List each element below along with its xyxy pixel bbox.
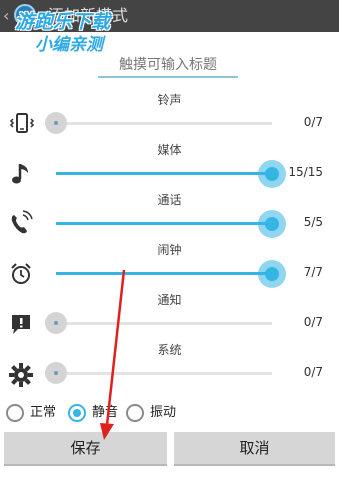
volume-slider-thumb[interactable] [45, 312, 67, 334]
volume-value: 0/7 [303, 315, 323, 329]
radio-button[interactable] [6, 404, 24, 422]
back-arrow-icon[interactable]: ‹ [3, 6, 9, 26]
volume-slider-thumb[interactable] [258, 160, 286, 188]
volume-slider[interactable] [45, 312, 272, 334]
radio-label: 振动 [150, 405, 177, 420]
app-icon[interactable] [14, 4, 36, 26]
volume-label: 通知 [157, 293, 182, 307]
vibrate-phone-icon [9, 113, 35, 133]
alarm-clock-icon [11, 263, 31, 284]
volume-row-call: 通话 5/5 [0, 192, 339, 242]
save-button[interactable]: 保存 [4, 432, 167, 466]
volume-slider-fill [56, 272, 272, 275]
volume-row-ringtone: 铃声 0/7 [0, 92, 339, 142]
volume-slider-thumb[interactable] [45, 112, 67, 134]
action-bar: ‹ 添加新模式 [0, 0, 339, 32]
volume-slider[interactable] [45, 362, 272, 384]
volume-value: 5/5 [303, 215, 323, 229]
gear-icon [9, 363, 33, 387]
volume-value: 0/7 [303, 115, 323, 129]
volume-label: 媒体 [157, 143, 182, 157]
radio-label: 正常 [30, 405, 57, 420]
watermark-line-2: 小编亲测 [35, 35, 103, 55]
phone-icon [11, 210, 33, 234]
volume-slider[interactable] [45, 112, 272, 134]
volume-value: 7/7 [303, 265, 323, 279]
music-note-icon [12, 164, 28, 184]
volume-label: 铃声 [157, 93, 182, 107]
volume-row-media: 媒体 15/15 [0, 142, 339, 192]
notification-icon [12, 315, 30, 334]
volume-slider-thumb[interactable] [45, 362, 67, 384]
volume-row-notification: 通知 0/7 [0, 292, 339, 342]
volume-row-alarm: 闹钟 7/7 [0, 242, 339, 292]
title-input[interactable] [98, 54, 238, 78]
volume-slider-thumb[interactable] [258, 260, 286, 288]
volume-label: 系统 [157, 343, 182, 357]
volume-slider-fill [56, 222, 272, 225]
volume-slider[interactable] [56, 160, 286, 188]
volume-label: 闹钟 [157, 243, 182, 257]
volume-slider[interactable] [56, 260, 286, 288]
volume-value: 15/15 [288, 165, 323, 179]
page-title: 添加新模式 [48, 6, 129, 25]
volume-slider-fill [56, 172, 272, 175]
radio-label: 静音 [92, 405, 119, 420]
volume-slider[interactable] [56, 210, 286, 238]
radio-button[interactable] [68, 404, 86, 422]
volume-row-system: 系统 0/7 [0, 342, 339, 392]
volume-value: 0/7 [303, 365, 323, 379]
volume-label: 通话 [157, 193, 182, 207]
radio-button[interactable] [126, 404, 144, 422]
volume-slider-thumb[interactable] [258, 210, 286, 238]
cancel-button[interactable]: 取消 [174, 432, 335, 466]
